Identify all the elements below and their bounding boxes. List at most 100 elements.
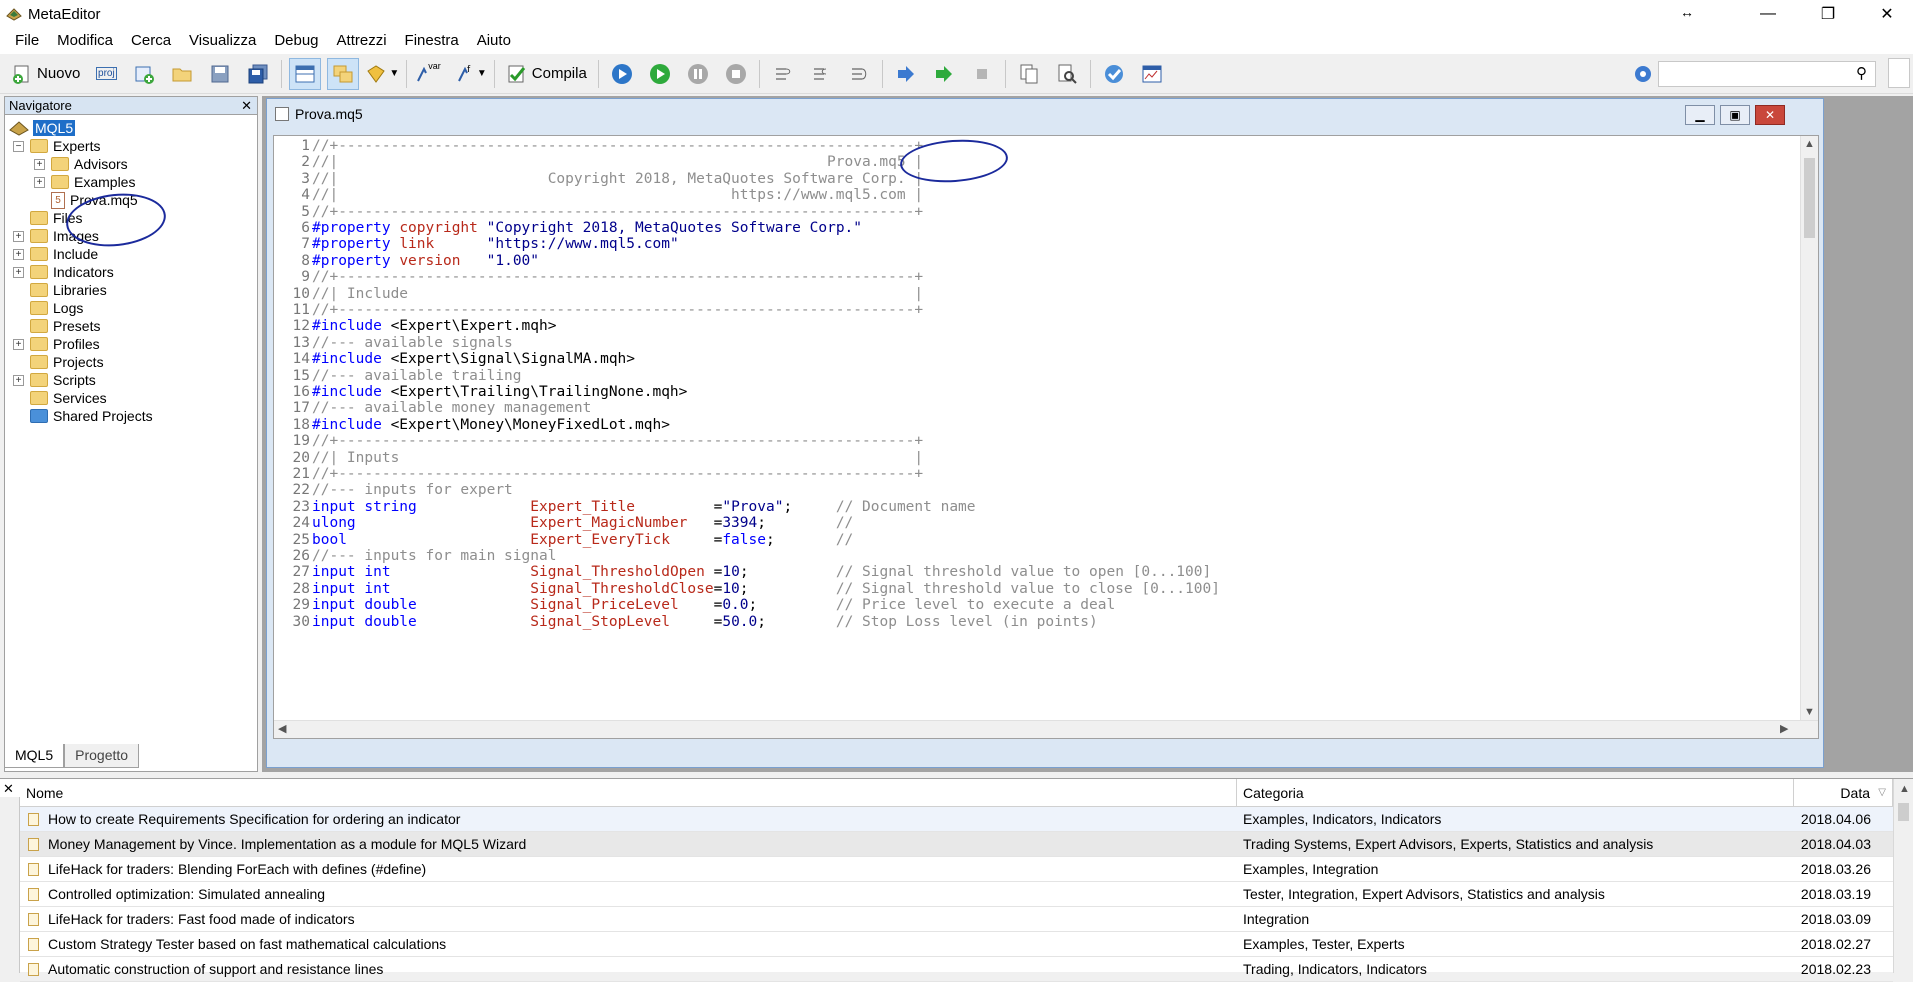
code-line[interactable]: 23 input string Expert_Title ="Prova"; //… [274, 499, 976, 515]
code-line[interactable]: 16 #include <Expert\Trailing\TrailingNone… [274, 384, 688, 400]
article-row[interactable]: Money Management by Vince. Implementatio… [20, 832, 1893, 857]
code-line[interactable]: 12 #include <Expert\Expert.mqh> [274, 318, 557, 334]
tab-progetto[interactable]: Progetto [64, 744, 140, 768]
expand-icon[interactable]: + [13, 374, 24, 386]
code-line[interactable]: 30 input double Signal_StopLevel =50.0; /… [274, 614, 1098, 630]
tree-item-shared-projects[interactable]: Shared Projects [30, 405, 153, 427]
start-debug-history-button[interactable] [644, 58, 676, 90]
column-header-category[interactable]: Categoria [1237, 779, 1794, 807]
code-line[interactable]: 1//+------------------------------------… [274, 138, 923, 154]
add-item-button[interactable] [128, 58, 160, 90]
code-line[interactable]: 21//+-----------------------------------… [274, 466, 924, 482]
code-line[interactable]: 2//| Prova.mq5 | [274, 154, 923, 170]
search-icon[interactable]: ⚲ [1856, 64, 1867, 82]
code-line[interactable]: 27 input int Signal_ThresholdOpen =10; //… [274, 564, 1212, 580]
article-row[interactable]: Controlled optimization: Simulated annea… [20, 882, 1893, 907]
code-line[interactable]: 14 #include <Expert\Signal\SignalMA.mqh> [274, 351, 635, 367]
menu-aiuto[interactable]: Aiuto [468, 28, 520, 54]
collapse-icon[interactable]: − [13, 140, 24, 152]
close-window-button[interactable]: ✕ [1864, 0, 1910, 28]
code-line[interactable]: 17//--- available money management [274, 400, 592, 416]
expand-icon[interactable]: + [13, 338, 24, 350]
new-button[interactable]: Nuovo [7, 58, 84, 90]
start-debug-real-button[interactable] [606, 58, 638, 90]
open-button[interactable] [166, 58, 198, 90]
code-line[interactable]: 25 bool Expert_EveryTick =false; // [274, 532, 854, 548]
scrollbar-thumb[interactable] [1898, 803, 1909, 821]
toggle-breakpoint-button[interactable] [890, 58, 922, 90]
code-line[interactable]: 10//| Include | [274, 286, 924, 302]
editor-restore-button[interactable]: ▣ [1720, 105, 1750, 125]
editor-minimize-button[interactable]: ▁ [1685, 105, 1715, 125]
code-line[interactable]: 6 #property copyright "Copyright 2018, Me… [274, 220, 862, 236]
code-line[interactable]: 9//+------------------------------------… [274, 269, 923, 285]
expand-icon[interactable]: + [13, 230, 24, 242]
step-over-button[interactable] [805, 58, 837, 90]
code-editor[interactable]: 1//+------------------------------------… [273, 135, 1819, 739]
toolbox-vertical-scrollbar[interactable]: ▲ [1893, 779, 1913, 973]
insert-variable-button[interactable]: var [414, 58, 449, 90]
code-line[interactable]: 5//+------------------------------------… [274, 204, 923, 220]
column-header-name[interactable]: Nome [20, 779, 1237, 807]
article-row[interactable]: How to create Requirements Specification… [20, 807, 1893, 832]
scroll-up-icon[interactable]: ▲ [1804, 138, 1815, 150]
search-input[interactable] [1658, 61, 1876, 87]
code-line[interactable]: 8 #property version "1.00" [274, 253, 539, 269]
toolbox-side-tab[interactable]: box [0, 797, 20, 973]
column-header-date[interactable]: Data ▽ [1794, 779, 1893, 807]
run-to-cursor-button[interactable] [928, 58, 960, 90]
copy-doc-button[interactable] [1013, 58, 1045, 90]
terminal-button[interactable] [1136, 58, 1168, 90]
menu-attrezzi[interactable]: Attrezzi [328, 28, 396, 54]
code-line[interactable]: 4//| https://www.mql5.com | [274, 187, 923, 203]
toolbox-close-icon[interactable]: ✕ [3, 781, 14, 797]
minimize-button[interactable]: — [1745, 0, 1791, 28]
code-line[interactable]: 28 input int Signal_ThresholdClose=10; //… [274, 581, 1220, 597]
vertical-scrollbar[interactable]: ▲ ▼ [1800, 136, 1818, 722]
code-line[interactable]: 11//+-----------------------------------… [274, 302, 924, 318]
expand-icon[interactable]: + [13, 266, 24, 278]
article-row[interactable]: Automatic construction of support and re… [20, 957, 1893, 982]
expand-icon[interactable]: + [34, 176, 45, 188]
article-row[interactable]: Custom Strategy Tester based on fast mat… [20, 932, 1893, 957]
menu-modifica[interactable]: Modifica [48, 28, 122, 54]
code-line[interactable]: 7 #property link "https://www.mql5.com" [274, 236, 678, 252]
expand-icon[interactable]: + [13, 248, 24, 260]
scroll-up-icon[interactable]: ▲ [1899, 783, 1910, 795]
horizontal-scrollbar[interactable]: ◀ ▶ [274, 720, 1818, 738]
pause-button[interactable] [682, 58, 714, 90]
expand-icon[interactable]: + [34, 158, 45, 170]
menu-file[interactable]: File [6, 28, 48, 54]
editor-close-button[interactable]: ✕ [1755, 105, 1785, 125]
code-line[interactable]: 3//| Copyright 2018, MetaQuotes Software… [274, 171, 923, 187]
step-into-button[interactable] [767, 58, 799, 90]
code-line[interactable]: 13//--- available signals [274, 335, 513, 351]
toolbox-toggle-button[interactable] [327, 57, 360, 90]
mql5-storage-button[interactable] [1098, 58, 1130, 90]
article-row[interactable]: LifeHack for traders: Blending ForEach w… [20, 857, 1893, 882]
compile-button[interactable]: Compila [502, 58, 591, 90]
save-button[interactable] [204, 58, 236, 90]
navigator-close-icon[interactable]: ✕ [241, 97, 252, 115]
code-line[interactable]: 26//--- inputs for main signal [274, 548, 557, 564]
insert-function-button[interactable]: f ▼ [455, 58, 487, 90]
save-all-button[interactable] [242, 58, 274, 90]
styler-dropdown-button[interactable]: ▼ [365, 58, 399, 90]
code-line[interactable]: 18 #include <Expert\Money\MoneyFixedLot.m… [274, 417, 670, 433]
menu-debug[interactable]: Debug [265, 28, 327, 54]
toolbar-overflow-icon[interactable] [1888, 58, 1910, 88]
code-line[interactable]: 22//--- inputs for expert [274, 482, 513, 498]
new-project-button[interactable]: proj [90, 58, 122, 90]
menu-finestra[interactable]: Finestra [396, 28, 468, 54]
article-row[interactable]: LifeHack for traders: Fast food made of … [20, 907, 1893, 932]
code-line[interactable]: 29 input double Signal_PriceLevel =0.0; /… [274, 597, 1116, 613]
code-line[interactable]: 19//+-----------------------------------… [274, 433, 924, 449]
stop-button[interactable] [720, 58, 752, 90]
code-line[interactable]: 24 ulong Expert_MagicNumber =3394; // [274, 515, 854, 531]
gear-icon[interactable] [1632, 63, 1654, 85]
scroll-left-icon[interactable]: ◀ [278, 722, 286, 735]
scroll-down-icon[interactable]: ▼ [1804, 706, 1815, 718]
navigator-toggle-button[interactable] [289, 57, 322, 90]
remove-breakpoints-button[interactable] [966, 58, 998, 90]
tab-mql5[interactable]: MQL5 [4, 744, 65, 768]
